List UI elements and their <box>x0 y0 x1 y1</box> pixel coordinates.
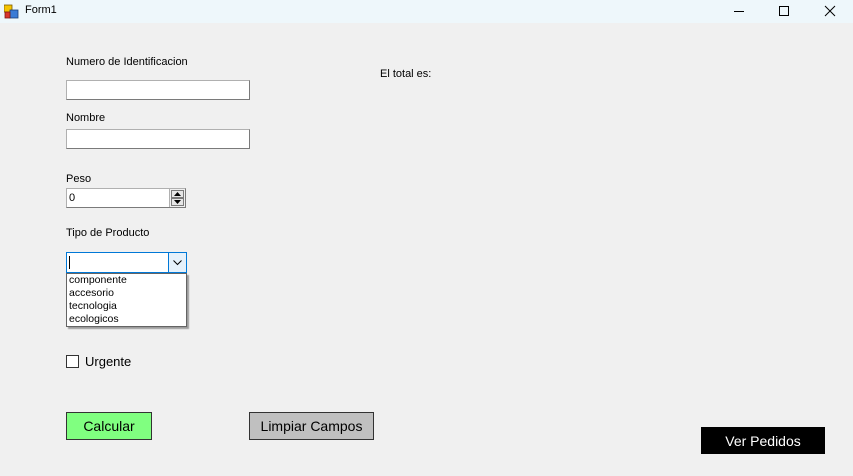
name-field[interactable] <box>66 129 250 149</box>
calculate-button[interactable]: Calcular <box>66 412 152 440</box>
product-type-combo[interactable] <box>66 252 187 273</box>
weight-label: Peso <box>66 173 92 185</box>
title-bar: Form1 <box>0 0 853 23</box>
total-label: El total es: <box>380 68 432 80</box>
product-type-label: Tipo de Producto <box>66 227 150 239</box>
arrow-up-icon <box>174 192 181 196</box>
weight-stepper[interactable] <box>66 188 186 208</box>
dropdown-option[interactable]: ecologicos <box>67 313 186 326</box>
dropdown-option[interactable]: tecnologia <box>67 300 186 313</box>
urgent-label[interactable]: Urgente <box>85 354 131 369</box>
name-label: Nombre <box>66 112 106 124</box>
clear-fields-button[interactable]: Limpiar Campos <box>249 412 374 440</box>
spin-down-button[interactable] <box>171 198 184 206</box>
urgent-checkbox[interactable] <box>66 355 79 368</box>
id-field[interactable] <box>66 80 250 100</box>
weight-spin-buttons <box>169 189 185 207</box>
maximize-button[interactable] <box>761 0 807 22</box>
text-caret <box>69 256 70 269</box>
dropdown-option[interactable]: accesorio <box>67 287 186 300</box>
spin-up-button[interactable] <box>171 190 184 198</box>
close-icon <box>824 5 836 17</box>
dropdown-option[interactable]: componente <box>67 274 186 287</box>
product-type-dropdown-list: componente accesorio tecnologia ecologic… <box>66 273 187 327</box>
view-orders-button[interactable]: Ver Pedidos <box>701 427 825 454</box>
chevron-down-icon <box>173 259 182 265</box>
maximize-icon <box>779 6 789 16</box>
window-title: Form1 <box>25 4 57 16</box>
id-input[interactable] <box>67 81 249 99</box>
minimize-button[interactable] <box>716 0 762 22</box>
weight-input[interactable] <box>67 189 170 207</box>
app-icon <box>4 4 19 19</box>
id-label: Numero de Identificacion <box>66 56 188 68</box>
name-input[interactable] <box>67 130 249 148</box>
arrow-down-icon <box>174 200 181 204</box>
close-button[interactable] <box>807 0 853 22</box>
minimize-icon <box>734 11 744 12</box>
combo-dropdown-button[interactable] <box>168 253 186 272</box>
